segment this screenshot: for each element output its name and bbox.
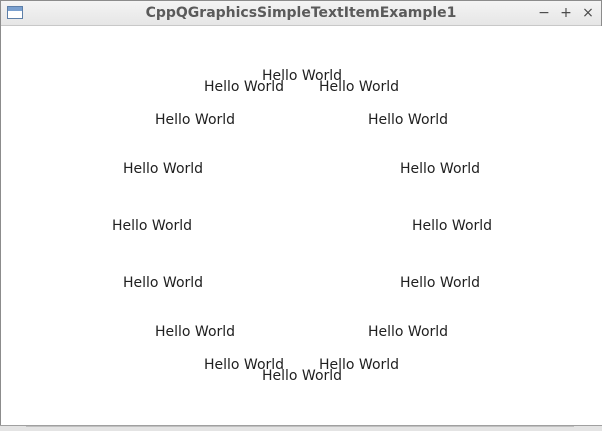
text-item: Hello World	[368, 324, 449, 340]
text-item: Hello World	[400, 161, 481, 177]
text-item: Hello World	[368, 112, 449, 128]
window-bottom-edge	[0, 425, 602, 431]
text-item: Hello World	[123, 161, 204, 177]
minimize-button[interactable]: −	[535, 3, 553, 23]
text-item: Hello World	[204, 357, 285, 373]
close-button[interactable]: ×	[579, 3, 597, 23]
text-item: Hello World	[412, 218, 493, 234]
text-item: Hello World	[319, 79, 400, 95]
text-item: Hello World	[204, 79, 285, 95]
text-item: Hello World	[112, 218, 193, 234]
application-window: CppQGraphicsSimpleTextItemExample1 − + ×…	[0, 0, 602, 430]
graphics-scene-view[interactable]: Hello World Hello World Hello World Hell…	[2, 26, 602, 426]
maximize-button[interactable]: +	[557, 3, 575, 23]
text-item: Hello World	[155, 324, 236, 340]
window-title: CppQGraphicsSimpleTextItemExample1	[145, 5, 457, 21]
text-item: Hello World	[123, 275, 204, 291]
title-bar[interactable]: CppQGraphicsSimpleTextItemExample1 − + ×	[1, 1, 601, 26]
text-item: Hello World	[400, 275, 481, 291]
text-item: Hello World	[155, 112, 236, 128]
